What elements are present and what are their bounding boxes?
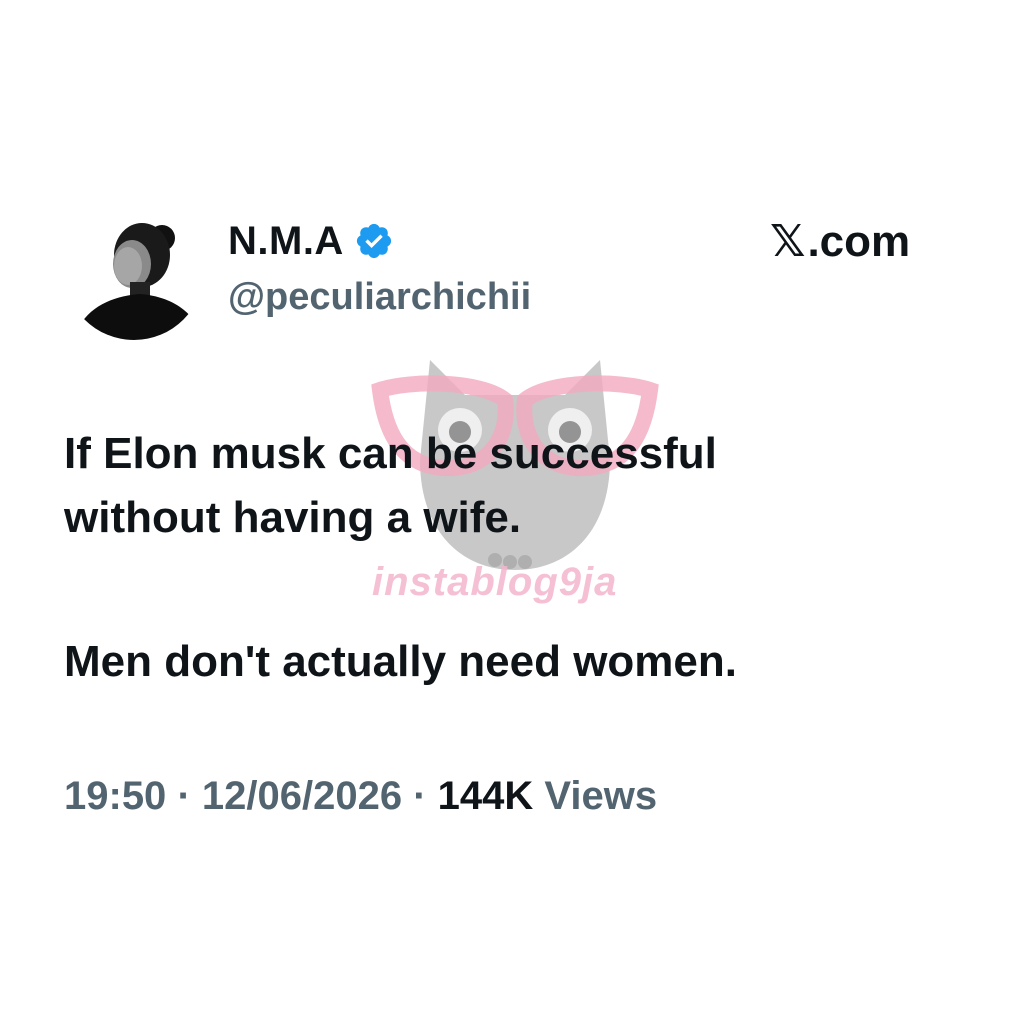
x-logo-icon: 𝕏 — [770, 216, 806, 267]
tweet-line: Men don't actually need women. — [64, 637, 737, 686]
meta-separator: · — [413, 774, 438, 818]
tweet-line: without having a wife. — [64, 493, 522, 542]
tweet-time[interactable]: 19:50 — [64, 774, 166, 818]
tweet-card: N.M.A @peculiarchichii 𝕏 .com instablog9… — [0, 0, 1024, 1024]
tweet-meta: 19:50 · 12/06/2026 · 144K Views — [64, 774, 657, 819]
verified-badge-icon — [354, 221, 394, 261]
author-avatar[interactable] — [64, 200, 204, 340]
views-count: 144K — [437, 774, 534, 818]
tweet-text: If Elon musk can be successful without h… — [64, 422, 964, 694]
avatar-photo-icon — [64, 200, 204, 340]
tweet-date[interactable]: 12/06/2026 — [202, 774, 402, 818]
tweet-line: If Elon musk can be successful — [64, 429, 717, 478]
author-handle[interactable]: @peculiarchichii — [228, 276, 531, 319]
author-name-row: N.M.A — [228, 214, 394, 268]
site-domain-text: .com — [807, 216, 911, 266]
meta-separator: · — [177, 774, 202, 818]
views-label: Views — [544, 774, 658, 818]
author-display-name[interactable]: N.M.A — [228, 219, 344, 264]
site-logo: 𝕏 .com — [770, 216, 910, 267]
